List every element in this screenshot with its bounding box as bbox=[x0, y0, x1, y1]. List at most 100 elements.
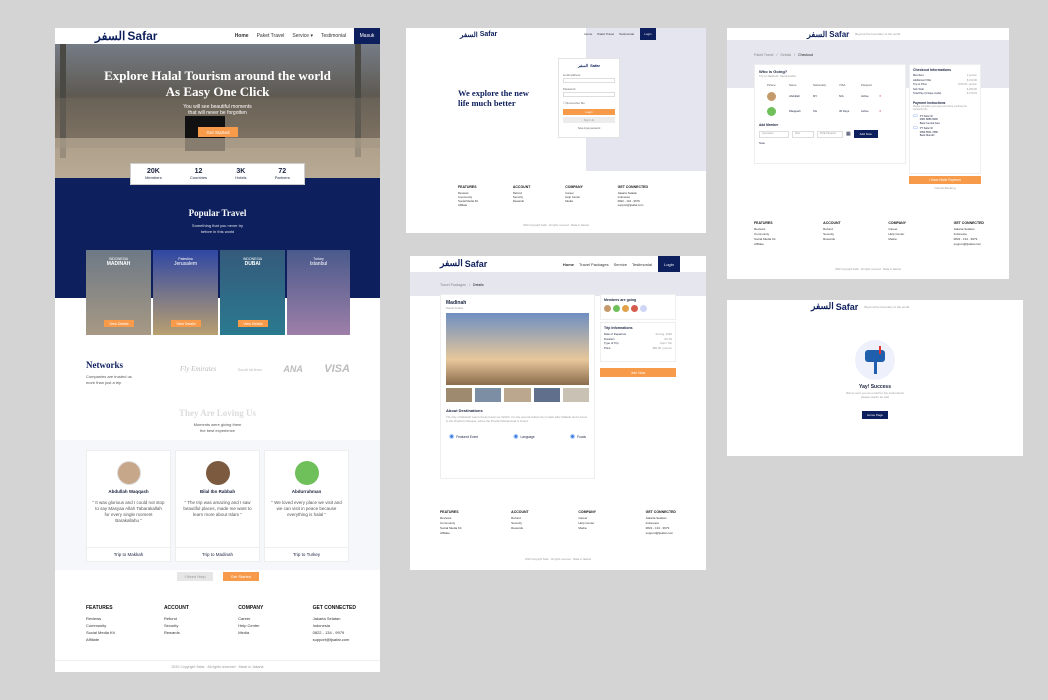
gallery-thumbnail[interactable] bbox=[562, 388, 590, 402]
signup-button[interactable]: Sign Up bbox=[563, 117, 615, 123]
nav-home[interactable]: Home bbox=[584, 32, 592, 36]
remove-member-icon[interactable]: ✕ bbox=[879, 94, 881, 98]
avatar bbox=[205, 461, 230, 485]
footer-link[interactable]: Refund bbox=[164, 615, 189, 622]
networks-title: Networks bbox=[86, 360, 123, 370]
brand-logo[interactable]: السفر Safar bbox=[460, 30, 497, 39]
nav-service[interactable]: Service ▾ bbox=[292, 33, 313, 39]
brand-logo[interactable]: السفر Safar bbox=[811, 302, 858, 312]
breadcrumb-details[interactable]: Details bbox=[780, 53, 791, 57]
login-button[interactable]: Login bbox=[640, 28, 656, 40]
testimonial-card: Abdullah Waqqash " It was glorious and I… bbox=[86, 450, 171, 562]
bank-option[interactable]: ▭ PT Safar ID 0899 8501 7888 Bank Mandiri bbox=[913, 125, 977, 138]
nav-packages[interactable]: Paket Travel bbox=[597, 32, 614, 36]
footer-link[interactable]: Rewards bbox=[164, 629, 189, 636]
gallery-thumbnail[interactable] bbox=[446, 388, 473, 402]
nav-home[interactable]: Home bbox=[563, 262, 574, 267]
success-page-frame: السفر Safar Beyond the boundary of the wo… bbox=[727, 300, 1023, 456]
about-title: About Destinations bbox=[446, 408, 483, 413]
doe-passport-input[interactable]: DOE Passport bbox=[817, 130, 843, 138]
footer-link[interactable]: Help Center bbox=[238, 622, 263, 629]
nav-home[interactable]: Home bbox=[235, 33, 249, 39]
need-help-button[interactable]: I Need Help bbox=[177, 572, 213, 581]
success-title: Yay! Success bbox=[859, 384, 891, 390]
footer-link[interactable]: Media bbox=[238, 629, 263, 636]
breadcrumb-packages[interactable]: Travel Packages bbox=[440, 283, 466, 287]
destination-image bbox=[446, 313, 589, 385]
avatar bbox=[767, 106, 776, 116]
copyright: 2020 Copyright Safar · All rights reserv… bbox=[835, 268, 901, 271]
footer-link[interactable]: Reviews bbox=[86, 615, 115, 622]
breadcrumb: Travel Packages / Details bbox=[440, 283, 484, 287]
password-field[interactable] bbox=[563, 92, 615, 97]
calendar-icon[interactable]: ▦ bbox=[846, 131, 851, 137]
travel-card[interactable]: INDONESIA MADINAH View Details bbox=[86, 250, 151, 335]
bank-icon: ▭ bbox=[913, 125, 918, 131]
hero-title: Explore Halal Tourism around the world A… bbox=[104, 68, 331, 99]
destination-country: Saudi Arabia bbox=[446, 306, 464, 310]
join-now-button[interactable]: Join Now bbox=[600, 368, 676, 377]
footer-link[interactable]: Affiliate bbox=[86, 636, 115, 643]
avatar bbox=[631, 305, 638, 312]
nav-service[interactable]: Service bbox=[614, 262, 627, 267]
nav-packages[interactable]: Paket Travel bbox=[257, 33, 285, 39]
travel-card[interactable]: Palestina Jerusalem View Details bbox=[153, 250, 218, 335]
footer-link[interactable]: Security bbox=[164, 622, 189, 629]
login-card: السفر Safar email address Password ☐ Reme… bbox=[558, 58, 620, 138]
nav-testimonial[interactable]: Testimonial bbox=[321, 33, 346, 39]
success-text: We've sent you an email for trip instruc… bbox=[846, 391, 904, 399]
chevron-down-icon: ▾ bbox=[310, 33, 313, 39]
stats-bar: 20K Members 12 Countries 3K Hotels 72 Partne… bbox=[130, 163, 305, 185]
forgot-password-link[interactable]: Saya lupa password bbox=[563, 126, 615, 132]
avatar bbox=[767, 91, 776, 101]
email-field[interactable] bbox=[563, 78, 615, 83]
footer-link[interactable]: Community bbox=[86, 622, 115, 629]
networks-logos: Fly Emirates Saudi Airlines ANA VISA bbox=[180, 363, 350, 375]
username-input[interactable]: Username bbox=[759, 130, 789, 138]
made-payment-button[interactable]: I Have Made Payment bbox=[909, 176, 981, 184]
member-row: Waqqash SG 30 Days Active ✕ bbox=[759, 105, 901, 117]
gallery-thumbnail[interactable] bbox=[533, 388, 560, 402]
add-now-button[interactable]: Add Now bbox=[853, 130, 878, 138]
login-button[interactable]: Masuk bbox=[354, 28, 380, 44]
networks-subtitle: Companies are trusted us more than just … bbox=[86, 374, 132, 385]
login-submit-button[interactable]: Login bbox=[563, 109, 615, 115]
brand-logo[interactable]: السفر Safar bbox=[440, 259, 487, 269]
gallery-thumbnail[interactable] bbox=[475, 388, 502, 402]
brand-logo[interactable]: السفر Safar bbox=[95, 29, 157, 43]
brand-logo[interactable]: السفر Safar bbox=[807, 29, 849, 39]
home-page-button[interactable]: Home Page bbox=[862, 411, 888, 419]
breadcrumb-packages[interactable]: Paket Travel bbox=[754, 53, 773, 57]
gallery-thumbnail[interactable] bbox=[504, 388, 531, 402]
footer: FEATURES Reviews Community Social Media Kit… bbox=[86, 605, 356, 643]
breadcrumb-details: Details bbox=[472, 283, 484, 287]
stat-hotels: 3K Hotels bbox=[235, 168, 247, 180]
view-details-button[interactable]: View Details bbox=[104, 320, 134, 327]
get-started-button[interactable]: Get Started bbox=[223, 572, 259, 581]
footer-link[interactable]: Social Media Kit bbox=[86, 629, 115, 636]
travel-card[interactable]: Turkey Istanbul bbox=[287, 250, 350, 335]
footer-link[interactable]: Career bbox=[238, 615, 263, 622]
login-button[interactable]: Login bbox=[658, 256, 680, 272]
about-text: The City of Madinah was formerly known a… bbox=[446, 415, 588, 423]
bank-option[interactable]: ▭ PT Safar ID 0881 8888 9999 Bank Central A… bbox=[913, 113, 977, 126]
remove-member-icon[interactable]: ✕ bbox=[879, 109, 881, 113]
hero-get-started-button[interactable]: Get Started bbox=[198, 127, 238, 137]
nav-testimonial[interactable]: Testimonial bbox=[632, 262, 652, 267]
brand-arabic: السفر bbox=[95, 29, 126, 43]
brand-tagline: Beyond the boundary of the world bbox=[864, 305, 910, 309]
view-details-button[interactable]: View Details bbox=[171, 320, 201, 327]
nav-packages[interactable]: Travel Packages bbox=[579, 262, 609, 267]
avatar bbox=[613, 305, 620, 312]
nav-testimonial[interactable]: Testimonial bbox=[619, 32, 634, 36]
add-member-icon[interactable] bbox=[640, 305, 647, 312]
ticket-icon: ◉ bbox=[449, 434, 455, 440]
visa-select[interactable]: Visa bbox=[792, 130, 814, 138]
cancel-booking-link[interactable]: Cancel Booking bbox=[909, 186, 981, 190]
stat-countries: 12 Countries bbox=[189, 168, 208, 180]
view-details-button[interactable]: View Details bbox=[238, 320, 268, 327]
footer: FEATURES Reviews Community Social Media Kit… bbox=[754, 221, 984, 246]
travel-card[interactable]: INDONESIA DUBAI View Details bbox=[220, 250, 285, 335]
remember-me-checkbox[interactable]: ☐ Remember Me bbox=[563, 100, 615, 106]
featured-event-feature: ◉ Featured Event bbox=[449, 434, 479, 440]
